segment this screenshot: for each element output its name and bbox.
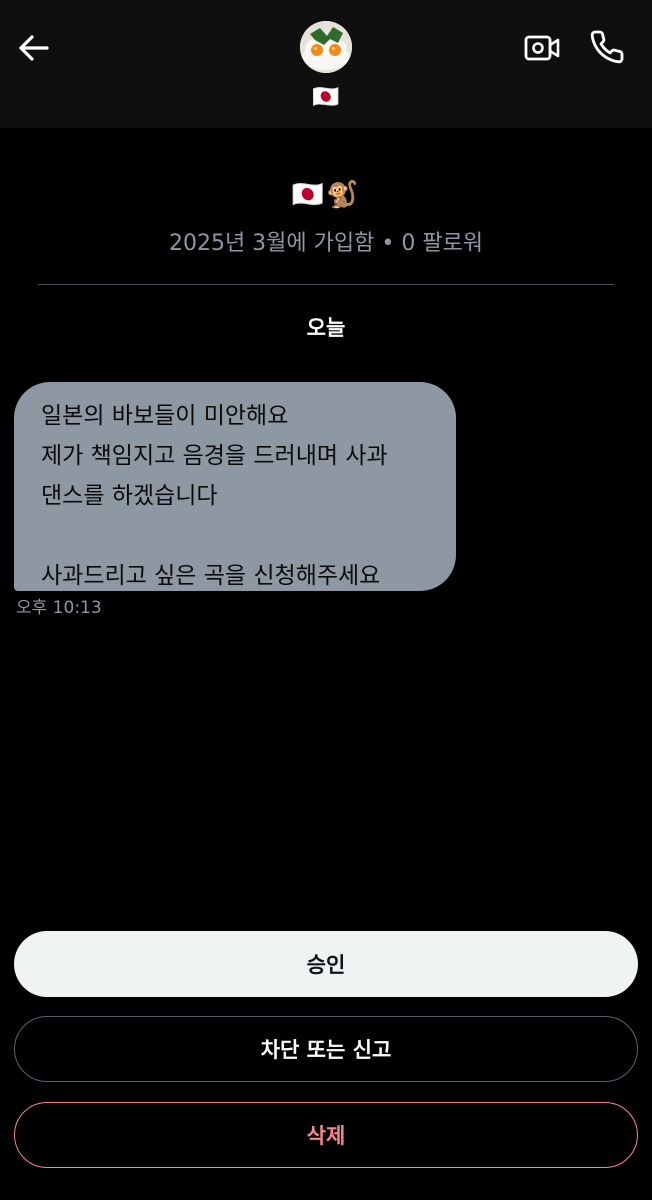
profile-joined-info: 2025년 3월에 가입함 • 0 팔로워 bbox=[168, 231, 484, 256]
divider bbox=[38, 284, 614, 285]
date-separator: 오늘 bbox=[306, 316, 346, 340]
message-bubble[interactable]: 일본의 바보들이 미안해요 제가 책임지고 음경을 드러내며 사과 댄스를 하겠… bbox=[14, 382, 456, 591]
block-or-report-button[interactable]: 차단 또는 신고 bbox=[14, 1016, 638, 1082]
arrow-left-icon bbox=[19, 35, 49, 61]
back-button[interactable] bbox=[14, 28, 54, 68]
video-call-button[interactable] bbox=[522, 28, 562, 68]
phone-icon bbox=[590, 30, 624, 64]
chat-header: 🇯🇵 bbox=[0, 0, 652, 128]
profile-bio: 🇯🇵🐒 bbox=[291, 180, 361, 210]
phone-call-button[interactable] bbox=[586, 26, 628, 68]
avatar[interactable] bbox=[300, 21, 352, 73]
message-timestamp: 오후 10:13 bbox=[16, 598, 102, 618]
approve-button[interactable]: 승인 bbox=[14, 931, 638, 997]
delete-button[interactable]: 삭제 bbox=[14, 1102, 638, 1168]
header-flag: 🇯🇵 bbox=[312, 85, 340, 110]
fried-egg-avatar-icon bbox=[300, 21, 352, 73]
video-call-icon bbox=[524, 35, 560, 61]
